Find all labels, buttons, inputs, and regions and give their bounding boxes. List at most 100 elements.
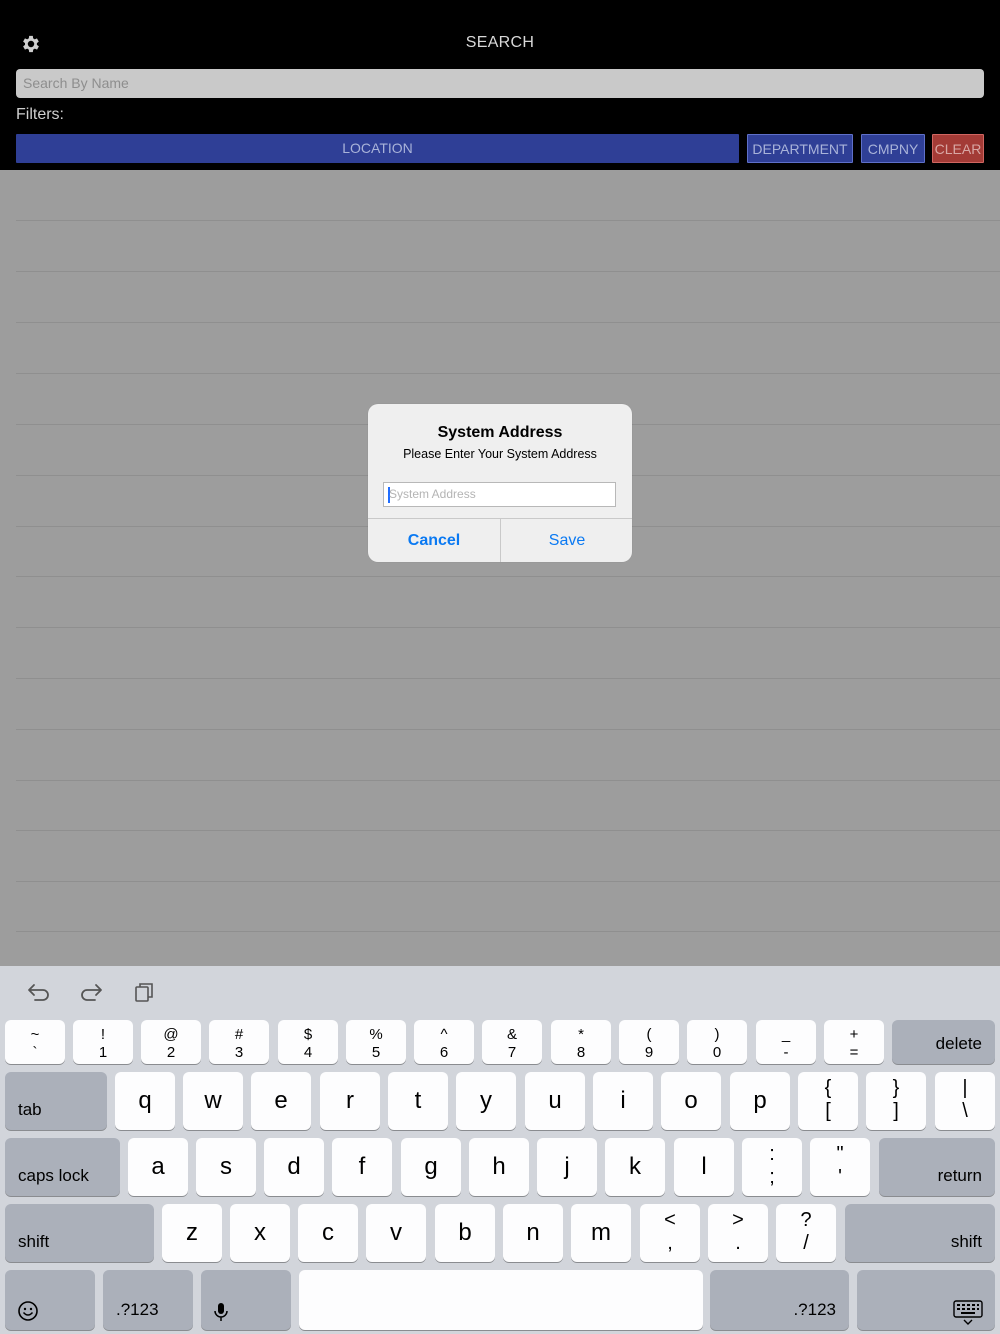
key-h[interactable]: h — [469, 1138, 529, 1196]
key-n[interactable]: n — [503, 1204, 563, 1262]
key-t[interactable]: t — [388, 1072, 448, 1130]
key-top-char: > — [732, 1209, 744, 1231]
department-filter-button[interactable]: DEPARTMENT — [747, 134, 853, 163]
emoji-key[interactable] — [5, 1270, 95, 1330]
key-bottom-char: 1 — [98, 1044, 108, 1061]
right-shift-key[interactable]: shift — [845, 1204, 995, 1262]
key-s[interactable]: s — [196, 1138, 256, 1196]
tab-key[interactable]: tab — [5, 1072, 107, 1130]
key-l[interactable]: l — [674, 1138, 734, 1196]
list-row-divider — [16, 271, 1000, 272]
cancel-button[interactable]: Cancel — [368, 519, 500, 562]
page-title: SEARCH — [465, 34, 535, 51]
key-6[interactable]: ^ 6 — [414, 1020, 474, 1064]
save-button[interactable]: Save — [501, 519, 632, 562]
key-char: x — [254, 1219, 266, 1246]
key-quote[interactable]: " ' — [810, 1138, 870, 1196]
key-char: a — [151, 1153, 165, 1180]
dialog-title: System Address — [437, 424, 563, 441]
key-q[interactable]: q — [115, 1072, 175, 1130]
key-8[interactable]: * 8 — [551, 1020, 611, 1064]
key-c[interactable]: c — [298, 1204, 358, 1262]
key-char: l — [701, 1153, 707, 1180]
key-5[interactable]: % 5 — [346, 1020, 406, 1064]
key-top-char: ~ — [30, 1026, 40, 1043]
key-o[interactable]: o — [661, 1072, 721, 1130]
key-label: shift — [18, 1232, 50, 1251]
key-backtick[interactable]: ~ ` — [5, 1020, 65, 1064]
key-1[interactable]: ! 1 — [73, 1020, 133, 1064]
key-p[interactable]: p — [730, 1072, 790, 1130]
key-minus[interactable]: _ - — [756, 1020, 816, 1064]
delete-key[interactable]: delete — [892, 1020, 995, 1064]
key-z[interactable]: z — [162, 1204, 222, 1262]
hide-keyboard-key[interactable] — [857, 1270, 995, 1330]
key-bottom-char: 8 — [576, 1044, 586, 1061]
key-bottom-char: = — [849, 1044, 859, 1061]
key-comma[interactable]: <, — [640, 1204, 700, 1262]
key-bottom-char: ' — [838, 1166, 842, 1188]
key-9[interactable]: (9 — [619, 1020, 679, 1064]
key-v[interactable]: v — [366, 1204, 426, 1262]
key-top-char: : — [769, 1143, 775, 1165]
key-char: n — [526, 1219, 540, 1246]
key-char: o — [684, 1087, 698, 1114]
search-input[interactable]: Search By Name — [16, 69, 984, 98]
left-shift-key[interactable]: shift — [5, 1204, 154, 1262]
key-b[interactable]: b — [435, 1204, 495, 1262]
key-top-char: _ — [781, 1026, 791, 1043]
key-label: delete — [935, 1034, 982, 1053]
key-open-bracket[interactable]: {[ — [798, 1072, 858, 1130]
key-w[interactable]: w — [183, 1072, 243, 1130]
key-3[interactable]: #3 — [209, 1020, 269, 1064]
redo-icon[interactable] — [78, 981, 104, 1003]
key-semicolon[interactable]: :; — [742, 1138, 802, 1196]
key-2[interactable]: @2 — [141, 1020, 201, 1064]
numbers-key-right[interactable]: .?123 — [710, 1270, 849, 1330]
key-0[interactable]: ) 0 — [687, 1020, 747, 1064]
space-bar[interactable] — [299, 1270, 703, 1330]
location-filter-button[interactable]: LOCATION — [16, 134, 739, 163]
key-m[interactable]: m — [571, 1204, 631, 1262]
return-key[interactable]: return — [879, 1138, 995, 1196]
key-a[interactable]: a — [128, 1138, 188, 1196]
key-top-char: " — [836, 1143, 844, 1165]
key-r[interactable]: r — [320, 1072, 380, 1130]
key-slash[interactable]: ? / — [776, 1204, 836, 1262]
key-bottom-char: \ — [962, 1100, 968, 1122]
key-k[interactable]: k — [605, 1138, 665, 1196]
key-7[interactable]: & 7 — [482, 1020, 542, 1064]
key-equals[interactable]: + = — [824, 1020, 884, 1064]
key-i[interactable]: i — [593, 1072, 653, 1130]
list-row-divider — [16, 729, 1000, 730]
key-u[interactable]: u — [525, 1072, 585, 1130]
undo-icon[interactable] — [26, 981, 52, 1003]
key-f[interactable]: f — [332, 1138, 392, 1196]
key-close-bracket[interactable]: }] — [866, 1072, 926, 1130]
system-address-input[interactable]: System Address — [383, 482, 616, 507]
dictation-key[interactable] — [201, 1270, 291, 1330]
key-g[interactable]: g — [401, 1138, 461, 1196]
key-d[interactable]: d — [264, 1138, 324, 1196]
key-char: q — [138, 1087, 152, 1114]
paste-icon[interactable] — [132, 981, 158, 1003]
key-j[interactable]: j — [537, 1138, 597, 1196]
list-row-divider — [16, 780, 1000, 781]
caps-lock-key[interactable]: caps lock — [5, 1138, 120, 1196]
key-4[interactable]: $4 — [278, 1020, 338, 1064]
key-period[interactable]: >. — [708, 1204, 768, 1262]
key-char: c — [322, 1219, 334, 1246]
key-e[interactable]: e — [251, 1072, 311, 1130]
company-filter-button[interactable]: CMPNY — [861, 134, 925, 163]
key-y[interactable]: y — [456, 1072, 516, 1130]
clear-filter-button[interactable]: CLEAR — [932, 134, 984, 163]
key-bottom-char: 4 — [303, 1044, 313, 1061]
key-label: return — [937, 1166, 982, 1185]
key-top-char: ? — [800, 1209, 812, 1231]
key-bottom-char: / — [803, 1232, 809, 1254]
key-char: e — [274, 1087, 288, 1114]
key-bottom-char: [ — [825, 1100, 831, 1122]
numbers-key-left[interactable]: .?123 — [103, 1270, 193, 1330]
key-x[interactable]: x — [230, 1204, 290, 1262]
key-backslash[interactable]: | \ — [935, 1072, 995, 1130]
